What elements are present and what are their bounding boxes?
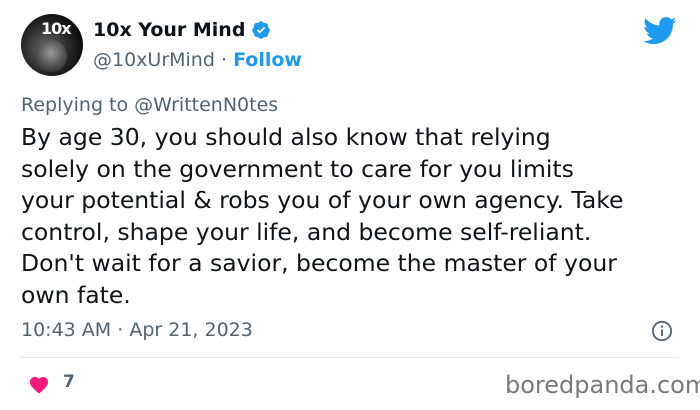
handle-row: @10xUrMind · Follow [93,49,302,71]
tweet-meta: 10:43 AM · Apr 21, 2023 [21,319,253,341]
reply-context: Replying to @WrittenN0tes [21,94,278,116]
reply-prefix: Replying to [21,94,129,116]
user-handle[interactable]: @10xUrMind [93,49,215,71]
like-count[interactable]: 7 [63,372,75,392]
info-icon[interactable] [651,320,673,342]
reply-mention-link[interactable]: @WrittenN0tes [134,94,278,116]
tweet-date[interactable]: Apr 21, 2023 [129,319,253,341]
tweet-text: By age 30, you should also know that rel… [21,123,624,309]
watermark: boredpanda.com [505,371,700,399]
avatar-text: 10x [41,19,72,38]
verified-badge-icon [252,21,271,39]
twitter-bird-icon[interactable] [643,17,677,45]
avatar[interactable]: 10x [21,14,83,76]
tweet-time[interactable]: 10:43 AM [21,319,111,341]
display-name[interactable]: 10x Your Mind [93,19,245,41]
meta-separator: · [117,319,124,341]
heart-icon[interactable] [28,374,50,394]
divider [21,357,679,358]
handle-separator: · [220,49,228,71]
avatar-face [35,40,67,72]
follow-button[interactable]: Follow [233,49,302,71]
name-row: 10x Your Mind [93,19,271,41]
